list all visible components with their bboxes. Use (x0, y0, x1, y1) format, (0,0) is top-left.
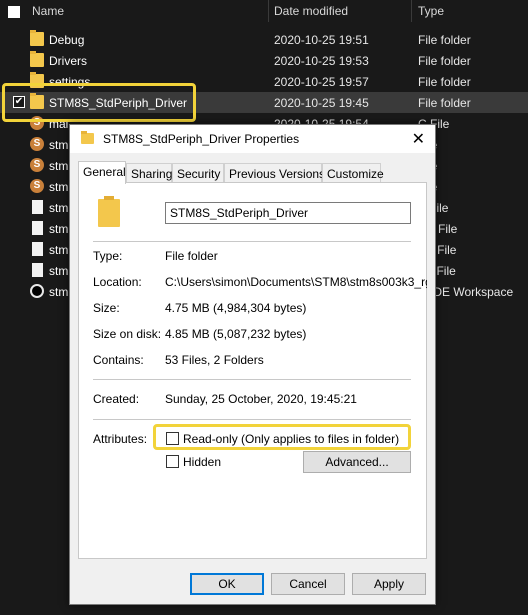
attributes-label: Attributes: (93, 432, 148, 446)
blank-file-icon (32, 200, 43, 214)
hidden-label[interactable]: Hidden (183, 455, 221, 469)
divider (93, 241, 411, 242)
blank-file-icon (32, 221, 43, 235)
tab-previous-versions[interactable]: Previous Versions (224, 163, 325, 183)
blank-file-icon (32, 263, 43, 277)
size-on-disk-label: Size on disk: (93, 327, 162, 341)
contains-value: 53 Files, 2 Folders (165, 353, 264, 367)
size-value: 4.75 MB (4,984,304 bytes) (165, 301, 307, 315)
file-type: File folder (418, 96, 471, 110)
created-value: Sunday, 25 October, 2020, 19:45:21 (165, 392, 357, 406)
file-type: File folder (418, 75, 471, 89)
tab-general[interactable]: General (78, 161, 126, 184)
folder-icon (98, 196, 120, 227)
file-row[interactable]: Drivers 2020-10-25 19:53 File folder (0, 50, 528, 71)
column-name[interactable]: Name (32, 4, 64, 18)
file-date: 2020-10-25 19:51 (274, 33, 369, 47)
column-divider[interactable] (411, 0, 412, 22)
file-name: stm (49, 138, 69, 152)
file-date: 2020-10-25 19:45 (274, 96, 369, 110)
size-label: Size: (93, 301, 120, 315)
file-type: File folder (418, 33, 471, 47)
divider (93, 419, 411, 420)
file-type: File folder (418, 54, 471, 68)
blank-file-icon (32, 242, 43, 256)
select-all-checkbox[interactable] (8, 6, 20, 18)
file-name: stm (49, 222, 69, 236)
apply-button[interactable]: Apply (352, 573, 426, 595)
type-value: File folder (165, 249, 218, 263)
highlight-selected-folder (2, 83, 196, 122)
location-label: Location: (93, 275, 142, 289)
dialog-title-bar[interactable]: STM8S_StdPeriph_Driver Properties ✕ (70, 125, 435, 153)
highlight-readonly (153, 424, 411, 450)
ok-button[interactable]: OK (190, 573, 264, 595)
file-date: 2020-10-25 19:53 (274, 54, 369, 68)
hidden-checkbox[interactable] (166, 455, 179, 468)
file-name: stm (49, 159, 69, 173)
file-name: Drivers (49, 54, 87, 68)
file-name: stm (49, 180, 69, 194)
column-type[interactable]: Type (418, 4, 444, 18)
s-file-icon: S (30, 137, 44, 151)
properties-dialog: STM8S_StdPeriph_Driver Properties ✕ Gene… (69, 124, 436, 605)
advanced-button[interactable]: Advanced... (303, 451, 411, 473)
file-row[interactable]: Debug 2020-10-25 19:51 File folder (0, 29, 528, 50)
type-label: Type: (93, 249, 123, 263)
workspace-icon (30, 284, 44, 298)
file-date: 2020-10-25 19:57 (274, 75, 369, 89)
folder-icon (30, 30, 44, 46)
size-on-disk-value: 4.85 MB (5,087,232 bytes) (165, 327, 307, 341)
tab-security[interactable]: Security (172, 163, 224, 183)
column-header: Name Date modified Type (0, 0, 528, 24)
folder-icon (30, 51, 44, 67)
file-name: stm (49, 264, 69, 278)
created-label: Created: (93, 392, 140, 406)
file-name: stm (49, 243, 69, 257)
file-name: stm (49, 285, 69, 299)
contains-label: Contains: (93, 353, 144, 367)
folder-icon (81, 131, 94, 144)
location-value: C:\Users\simon\Documents\STM8\stm8s003k3… (165, 275, 427, 289)
folder-name-input[interactable]: STM8S_StdPeriph_Driver (165, 202, 411, 224)
divider (93, 379, 411, 380)
cancel-button[interactable]: Cancel (271, 573, 345, 595)
tab-customize[interactable]: Customize (322, 163, 384, 183)
close-icon[interactable]: ✕ (412, 129, 425, 149)
s-file-icon: S (30, 179, 44, 193)
general-panel: STM8S_StdPeriph_Driver Type: File folder… (78, 182, 427, 559)
file-name: stm (49, 201, 69, 215)
column-divider[interactable] (268, 0, 269, 22)
tab-sharing[interactable]: Sharing (126, 163, 172, 183)
file-name: Debug (49, 33, 85, 47)
s-file-icon: S (30, 158, 44, 172)
column-date-modified[interactable]: Date modified (274, 4, 348, 18)
dialog-title: STM8S_StdPeriph_Driver Properties (103, 132, 300, 146)
